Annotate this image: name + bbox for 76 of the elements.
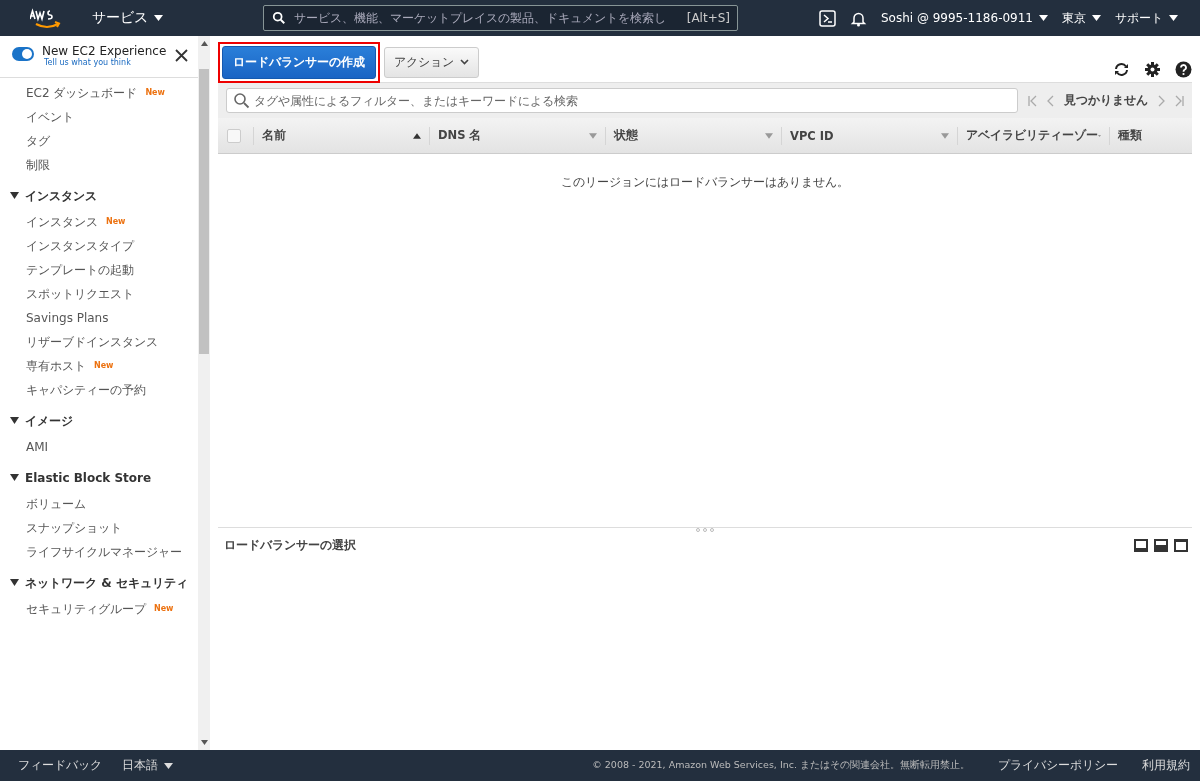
select-all-checkbox[interactable] — [227, 128, 241, 143]
panel-split-icon[interactable] — [1154, 539, 1168, 552]
support-menu[interactable]: サポート — [1115, 9, 1178, 27]
terms-link[interactable]: 利用規約 — [1142, 757, 1190, 774]
toggle-switch[interactable] — [12, 47, 34, 61]
services-menu[interactable]: サービス — [86, 9, 169, 27]
new-label: New — [106, 216, 126, 228]
search-icon — [233, 92, 250, 109]
close-icon[interactable] — [175, 49, 188, 62]
sidebar-item-label[interactable]: インスタンスタイプ — [26, 238, 134, 254]
sidebar-item-label[interactable]: キャパシティーの予約 — [26, 382, 146, 398]
privacy-policy-link[interactable]: プライバシーポリシー — [998, 757, 1118, 774]
panel-full-icon[interactable] — [1174, 539, 1188, 552]
caret-icon — [1039, 15, 1048, 21]
sidebar-item-label[interactable]: Savings Plans — [26, 310, 109, 326]
scrollbar-thumb[interactable] — [199, 69, 209, 354]
sort-ascending-icon — [413, 132, 421, 139]
section-title[interactable]: Elastic Block Store — [25, 470, 152, 486]
language-menu[interactable]: 日本語 — [122, 757, 173, 774]
resize-handle-icon[interactable] — [695, 528, 715, 532]
copyright-text: © 2008 - 2021, Amazon Web Services, Inc. またはその関連会社。無断転用禁止。 — [592, 759, 970, 772]
new-label: New — [145, 87, 165, 99]
column-header[interactable]: 状態 — [605, 126, 781, 145]
pagination-status: 見つかりません — [1064, 92, 1148, 109]
sidebar-item-label[interactable]: 専有ホスト — [26, 358, 86, 374]
sort-caret-icon — [765, 132, 773, 139]
caret-icon — [164, 762, 173, 769]
sidebar-item-label[interactable]: イベント — [26, 109, 74, 125]
chevron-down-icon — [460, 59, 469, 65]
sidebar-item-label[interactable]: インスタンス — [26, 214, 98, 230]
detail-panel-title: ロードバランサーの選択 — [224, 537, 356, 554]
sidebar-item-label[interactable]: セキュリティグループ — [26, 601, 146, 617]
column-header[interactable]: DNS 名 — [429, 126, 605, 145]
new-label: New — [94, 360, 114, 372]
sidebar-item-label[interactable]: AMI — [26, 439, 49, 455]
caret-icon — [154, 15, 163, 21]
empty-message: このリージョンにはロードバランサーはありません。 — [560, 174, 850, 191]
region-menu[interactable]: 東京 — [1062, 9, 1101, 27]
column-header[interactable]: アベイラビリティーゾー — [957, 126, 1109, 145]
search-icon — [272, 11, 286, 25]
sort-caret-icon — [589, 132, 597, 139]
caret-icon — [1169, 15, 1178, 21]
refresh-icon[interactable] — [1113, 61, 1130, 78]
actions-button[interactable]: アクション — [384, 46, 479, 78]
caret-icon — [1092, 15, 1101, 21]
sidebar-item-label[interactable]: テンプレートの起動 — [26, 262, 134, 278]
sidebar-item-label[interactable]: ボリューム — [26, 496, 86, 512]
feedback-link[interactable]: Tell us what you think — [44, 58, 167, 67]
sidebar-item-label[interactable]: 制限 — [26, 157, 50, 173]
column-header[interactable]: 種類 — [1109, 126, 1189, 145]
create-load-balancer-button[interactable]: ロードバランサーの作成 — [222, 45, 376, 79]
filter-search-field[interactable]: タグや属性によるフィルター、またはキーワードによる検索 — [226, 88, 1018, 113]
sidebar-item-label[interactable]: タグ — [26, 133, 50, 149]
account-menu[interactable]: Soshi @ 9995-1186-0911 — [880, 11, 1048, 25]
new-label: New — [154, 603, 174, 615]
scrollbar[interactable] — [198, 36, 210, 750]
column-header[interactable]: 名前 — [253, 126, 429, 145]
sidebar-item-label[interactable]: EC2 ダッシュボード — [26, 85, 138, 101]
sidebar-item-label[interactable]: ライフサイクルマネージャー — [26, 544, 182, 560]
experience-title: New EC2 Experience — [42, 44, 167, 58]
section-title[interactable]: イメージ — [25, 413, 73, 429]
panel-bottom-icon[interactable] — [1134, 539, 1148, 552]
section-title[interactable]: インスタンス — [25, 188, 97, 204]
keyboard-shortcut: [Alt+S] — [686, 11, 730, 25]
sidebar-item-label[interactable]: リザーブドインスタンス — [26, 334, 158, 350]
column-header[interactable]: VPC ID — [781, 126, 957, 145]
settings-icon[interactable] — [1144, 61, 1161, 78]
up-arrow-icon[interactable] — [200, 41, 208, 46]
sidebar-item-label[interactable]: スポットリクエスト — [26, 286, 134, 302]
terminal-icon[interactable] — [818, 9, 836, 27]
sidebar-item-label[interactable]: スナップショット — [26, 520, 122, 536]
section-title[interactable]: ネットワーク & セキュリティ — [25, 575, 188, 591]
help-icon[interactable] — [1175, 61, 1192, 78]
sort-caret-icon — [941, 132, 949, 139]
down-arrow-icon[interactable] — [200, 740, 208, 745]
feedback-link[interactable]: フィードバック — [18, 757, 102, 774]
